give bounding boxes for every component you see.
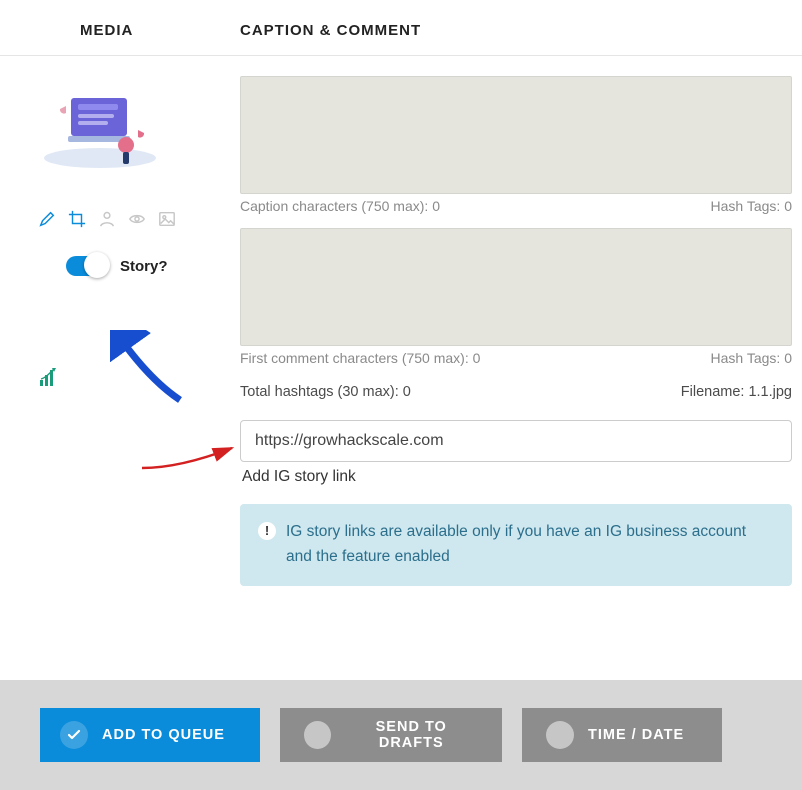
caption-textarea[interactable] bbox=[240, 76, 792, 194]
person-icon[interactable] bbox=[98, 210, 116, 228]
media-column: Story? bbox=[0, 76, 240, 586]
total-hashtags: Total hashtags (30 max): 0 bbox=[240, 384, 411, 400]
caption-hashtag-counter: Hash Tags: 0 bbox=[711, 198, 792, 214]
comment-char-counter: First comment characters (750 max): 0 bbox=[240, 350, 480, 366]
time-date-label: TIME / DATE bbox=[588, 727, 684, 743]
media-thumbnail[interactable] bbox=[38, 80, 163, 170]
caption-column: Caption characters (750 max): 0 Hash Tag… bbox=[240, 76, 802, 586]
circle-icon bbox=[304, 721, 331, 749]
growth-chart-icon[interactable] bbox=[38, 366, 60, 388]
pencil-icon[interactable] bbox=[38, 210, 56, 228]
send-to-drafts-label: SEND TO DRAFTS bbox=[345, 719, 479, 751]
header-media: MEDIA bbox=[0, 22, 240, 39]
comment-counter-row: First comment characters (750 max): 0 Ha… bbox=[240, 346, 792, 380]
caption-char-counter: Caption characters (750 max): 0 bbox=[240, 198, 440, 214]
first-comment-textarea[interactable] bbox=[240, 228, 792, 346]
info-icon: ! bbox=[258, 522, 276, 540]
filename-label: Filename: 1.1.jpg bbox=[681, 384, 792, 400]
meta-row: Total hashtags (30 max): 0 Filename: 1.1… bbox=[240, 380, 792, 420]
story-link-info-text: IG story links are available only if you… bbox=[286, 520, 774, 570]
story-link-label: Add IG story link bbox=[240, 462, 792, 504]
story-toggle-row: Story? bbox=[38, 256, 220, 276]
main-area: Story? Caption characters (750 max): 0 H… bbox=[0, 56, 802, 586]
story-toggle[interactable] bbox=[66, 256, 108, 276]
media-tool-icons bbox=[38, 210, 220, 228]
story-toggle-label: Story? bbox=[120, 258, 168, 275]
add-to-queue-button[interactable]: ADD TO QUEUE bbox=[40, 708, 260, 762]
send-to-drafts-button[interactable]: SEND TO DRAFTS bbox=[280, 708, 502, 762]
crop-icon[interactable] bbox=[68, 210, 86, 228]
header-row: MEDIA CAPTION & COMMENT bbox=[0, 0, 802, 56]
add-to-queue-label: ADD TO QUEUE bbox=[102, 727, 225, 743]
image-icon[interactable] bbox=[158, 210, 176, 228]
footer-action-bar: ADD TO QUEUE SEND TO DRAFTS TIME / DATE bbox=[0, 680, 802, 790]
time-date-button[interactable]: TIME / DATE bbox=[522, 708, 722, 762]
caption-counter-row: Caption characters (750 max): 0 Hash Tag… bbox=[240, 194, 792, 228]
story-link-info-banner: ! IG story links are available only if y… bbox=[240, 504, 792, 586]
header-caption: CAPTION & COMMENT bbox=[240, 22, 802, 39]
eye-icon[interactable] bbox=[128, 210, 146, 228]
story-link-input[interactable] bbox=[240, 420, 792, 462]
circle-icon bbox=[546, 721, 574, 749]
check-icon bbox=[60, 721, 88, 749]
comment-hashtag-counter: Hash Tags: 0 bbox=[711, 350, 792, 366]
